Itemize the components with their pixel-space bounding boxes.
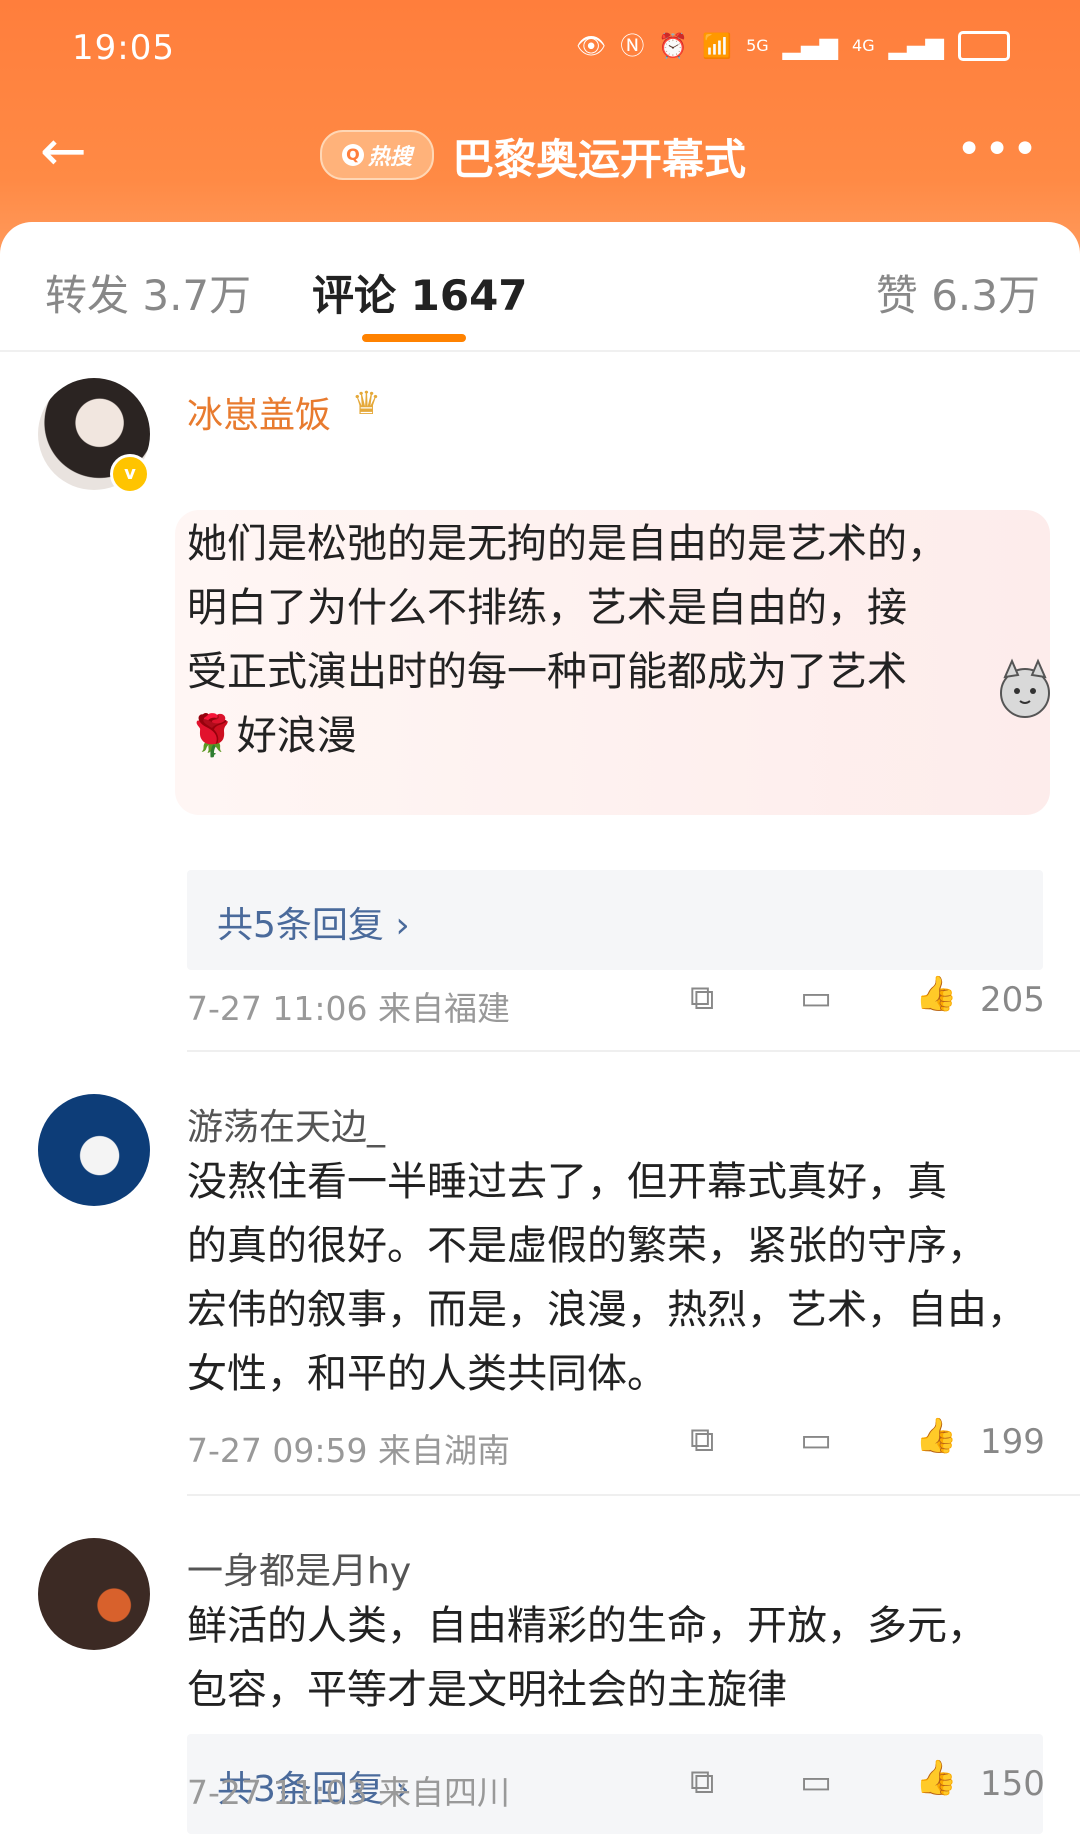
comment-line: 的真的很好。不是虚假的繁荣，紧张的守序，	[187, 1223, 987, 1269]
like-icon[interactable]: 👍	[915, 1416, 957, 1456]
comment-line: 🌹好浪漫	[187, 713, 357, 759]
comment-meta: 7-27 11:03 来自四川	[187, 1773, 510, 1812]
search-icon: Q	[341, 144, 364, 166]
status-bar: 19:05 👁 Ⓝ ⏰ 📶 5G ▂▄▆ 4G ▂▄▆	[0, 0, 1080, 100]
username[interactable]: 冰崽盖饭	[187, 386, 331, 438]
network-4g-label: 4G	[852, 36, 875, 55]
comment-line: 她们是松弛的是无拘的是自由的是艺术的，	[187, 521, 947, 567]
hot-search-badge[interactable]: Q 热搜	[320, 130, 434, 180]
status-time: 19:05	[72, 28, 175, 68]
wifi-icon: 📶	[702, 32, 733, 60]
comment-line: 鲜活的人类，自由精彩的生命，开放，多元，	[187, 1603, 987, 1649]
like-count: 150	[980, 1764, 1045, 1804]
divider	[187, 1494, 1080, 1496]
tab-likes[interactable]: 赞 6.3万	[876, 262, 1040, 323]
comment-line: 明白了为什么不排练，艺术是自由的，接	[187, 585, 907, 631]
tab-repost[interactable]: 转发 3.7万	[45, 262, 251, 323]
comment-line: 没熬住看一半睡过去了，但开幕式真好，真	[187, 1159, 947, 1205]
like-icon[interactable]: 👍	[915, 974, 957, 1014]
battery-icon	[958, 31, 1010, 61]
comment-meta: 7-27 09:59 来自湖南	[187, 1431, 510, 1470]
nfc-icon: Ⓝ	[620, 32, 645, 60]
comment-line: 宏伟的叙事，而是，浪漫，热烈，艺术，自由，	[187, 1287, 1027, 1333]
back-arrow-icon[interactable]: ←	[40, 124, 110, 180]
replies-label: 共5条回复 ›	[217, 905, 410, 946]
cat-sticker-icon	[1000, 658, 1050, 718]
avatar[interactable]	[38, 1094, 150, 1206]
status-icons: 👁 Ⓝ ⏰ 📶 5G ▂▄▆ 4G ▂▄▆	[576, 30, 1010, 62]
like-count: 199	[980, 1422, 1045, 1462]
alarm-icon: ⏰	[658, 32, 689, 60]
comment-footer: 7-27 11:03 来自四川 ⧉ ▭ 👍 150	[0, 1740, 1080, 1820]
signal-icon-2: ▂▄▆	[888, 32, 944, 60]
share-icon[interactable]: ⧉	[690, 1420, 714, 1460]
eye-icon: 👁	[575, 32, 607, 60]
divider	[187, 1050, 1080, 1052]
more-icon[interactable]: •••	[956, 124, 1040, 175]
page-title: 巴黎奥运开幕式	[452, 135, 747, 184]
comment-text: 鲜活的人类，自由精彩的生命，开放，多元， 包容，平等才是文明社会的主旋律	[187, 1594, 1047, 1722]
comment-line: 受正式演出时的每一种可能都成为了艺术	[187, 649, 907, 695]
replies-link[interactable]: 共5条回复 ›	[187, 870, 1043, 970]
comment-line: 女性，和平的人类共同体。	[187, 1351, 667, 1397]
like-icon[interactable]: 👍	[915, 1758, 957, 1798]
signal-icon: ▂▄▆	[782, 32, 839, 60]
username[interactable]: 游荡在天边_	[187, 1098, 385, 1150]
nav-bar: ← Q 热搜 巴黎奥运开幕式 •••	[0, 110, 1080, 200]
comment-text: 没熬住看一半睡过去了，但开幕式真好，真 的真的很好。不是虚假的繁荣，紧张的守序，…	[187, 1150, 1047, 1406]
username[interactable]: 一身都是月hy	[187, 1542, 411, 1594]
tab-comments[interactable]: 评论 1647	[312, 262, 528, 323]
like-count: 205	[980, 980, 1045, 1020]
share-icon[interactable]: ⧉	[690, 978, 714, 1018]
content-card: 转发 3.7万 评论 1647 赞 6.3万 v 冰崽盖饭 ♛ 她们是松弛的是无…	[0, 222, 1080, 1834]
tab-bar: 转发 3.7万 评论 1647 赞 6.3万	[0, 222, 1080, 352]
share-icon[interactable]: ⧉	[690, 1762, 714, 1802]
comment-meta: 7-27 11:06 来自福建	[187, 989, 510, 1028]
vip-crown-icon: ♛	[352, 384, 381, 422]
verified-badge-icon: v	[110, 454, 150, 494]
avatar[interactable]	[38, 1538, 150, 1650]
hot-search-label: 热搜	[367, 145, 412, 170]
reply-icon[interactable]: ▭	[800, 1420, 832, 1460]
comment-line: 包容，平等才是文明社会的主旋律	[187, 1667, 787, 1713]
comment-text: 她们是松弛的是无拘的是自由的是艺术的， 明白了为什么不排练，艺术是自由的，接 受…	[187, 512, 1047, 768]
reply-icon[interactable]: ▭	[800, 1762, 832, 1802]
reply-icon[interactable]: ▭	[800, 978, 832, 1018]
tab-indicator	[362, 334, 466, 342]
network-5g-label: 5G	[746, 36, 769, 55]
